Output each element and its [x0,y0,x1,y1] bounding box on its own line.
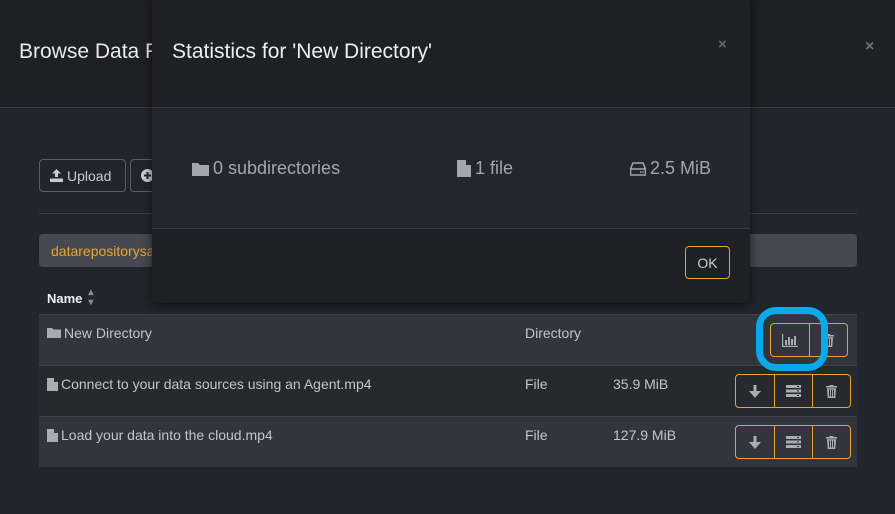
folder-icon [192,162,209,176]
download-button[interactable] [736,426,774,458]
stat-subdirectories-value: 0 subdirectories [213,158,341,178]
stat-files: 1 file [457,158,513,179]
details-button[interactable] [774,375,812,407]
stat-subdirectories: 0 subdirectories [192,158,340,179]
bar-chart-icon [782,333,798,347]
table-row[interactable]: Load your data into the cloud.mp4 File 1… [39,416,857,467]
column-header-name[interactable]: Name ▴ ▾ [47,288,93,308]
arrow-down-icon [749,384,761,398]
breadcrumb-root[interactable]: datarepositorysa [51,243,155,259]
delete-button[interactable] [812,426,850,458]
server-icon [786,385,801,397]
row-type: Directory [525,325,582,341]
row-name[interactable]: Load your data into the cloud.mp4 [61,427,273,443]
row-name[interactable]: New Directory [64,325,152,341]
stat-size-value: 2.5 MiB [650,158,712,178]
statistics-modal-title: Statistics for 'New Directory' [172,40,433,63]
row-size: 35.9 MiB [613,376,669,392]
trash-icon [826,435,837,449]
trash-icon [823,333,834,347]
statistics-modal-header: Statistics for 'New Directory' × [152,0,750,108]
statistics-modal: Statistics for 'New Directory' × 0 subdi… [152,0,750,303]
column-header-name-label: Name [47,290,83,306]
stat-files-value: 1 file [475,158,514,178]
table-row[interactable]: New Directory Directory [39,314,857,365]
arrow-down-icon [749,435,761,449]
details-button[interactable] [774,426,812,458]
file-icon [47,428,58,442]
row-actions [770,323,848,357]
row-name-cell: Load your data into the cloud.mp4 [47,427,273,443]
file-icon [457,160,471,177]
row-type: File [525,376,548,392]
table-row[interactable]: Connect to your data sources using an Ag… [39,365,857,416]
statistics-modal-close-button[interactable]: × [718,36,727,53]
row-actions [735,374,851,408]
stat-size: 2.5 MiB [630,158,711,179]
statistics-modal-footer: OK [152,228,750,303]
folder-icon [47,328,61,338]
download-button[interactable] [736,375,774,407]
upload-button[interactable]: Upload [39,159,126,192]
trash-icon [826,384,837,398]
row-name[interactable]: Connect to your data sources using an Ag… [61,376,372,392]
row-name-cell: New Directory [47,325,152,341]
hard-drive-icon [630,161,646,176]
file-icon [47,377,58,391]
row-type: File [525,427,548,443]
delete-button[interactable] [809,324,847,356]
row-actions [735,425,851,459]
sort-icon: ▴ ▾ [88,287,94,308]
browse-dialog-close-button[interactable]: × [865,38,874,56]
upload-icon [50,169,63,182]
server-icon [786,436,801,448]
row-name-cell: Connect to your data sources using an Ag… [47,376,372,392]
statistics-button[interactable] [771,324,809,356]
delete-button[interactable] [812,375,850,407]
ok-button[interactable]: OK [685,246,730,279]
upload-button-label: Upload [67,167,112,184]
row-size: 127.9 MiB [613,427,677,443]
